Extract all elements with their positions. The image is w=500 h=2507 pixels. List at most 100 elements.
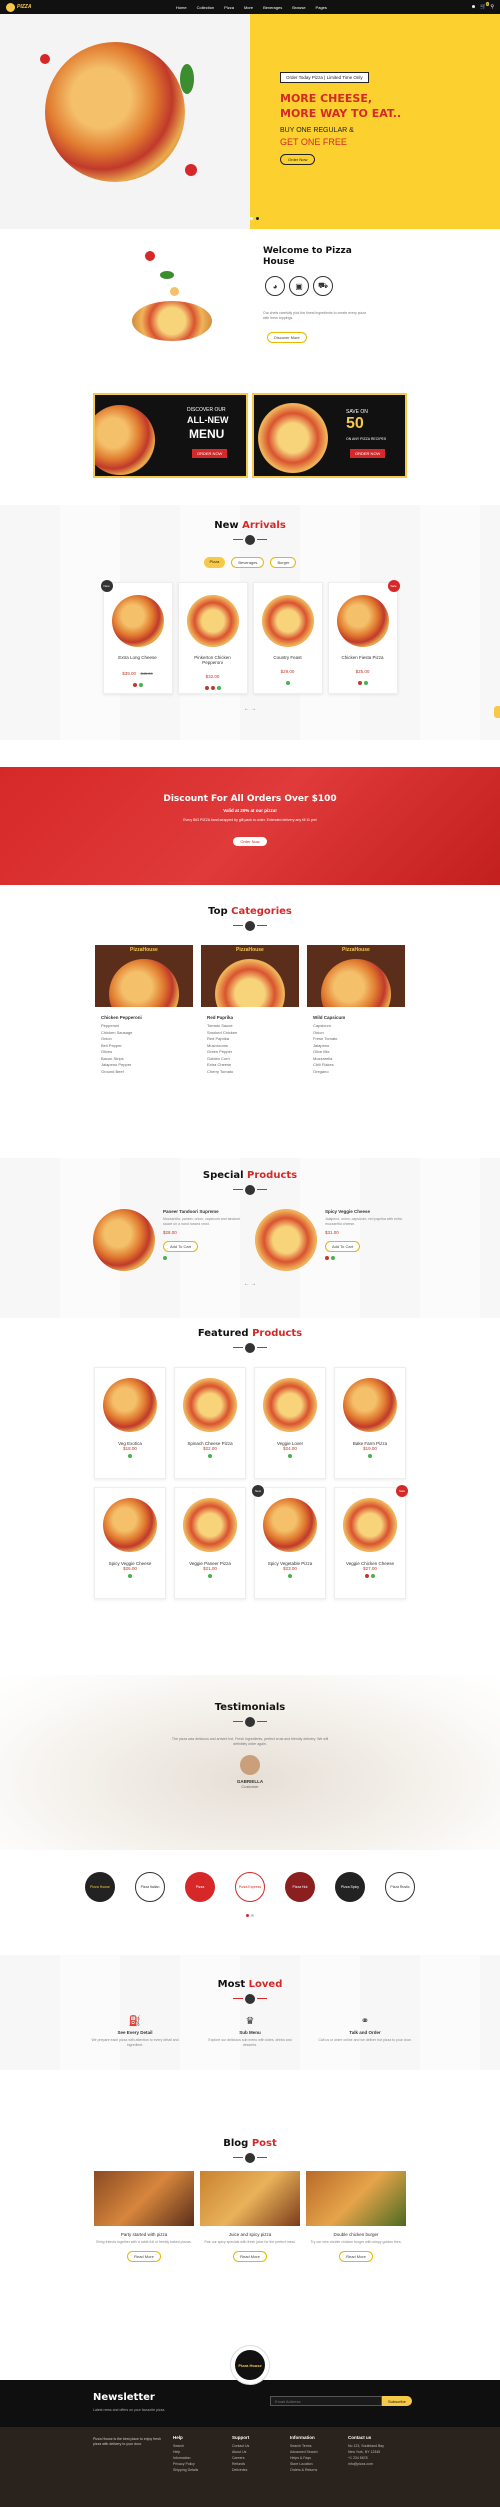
product-card[interactable]: Bake Farm Pizza $19.00 xyxy=(334,1367,406,1479)
banner-left-button[interactable]: ORDER NOW xyxy=(192,449,228,458)
brand-logo[interactable]: Pizza xyxy=(185,1872,215,1902)
product-card[interactable]: Veggie Paneer Pizza $21.00 xyxy=(174,1487,246,1599)
add-to-cart-button[interactable]: Add To Cart xyxy=(325,1241,361,1252)
brand-logo[interactable]: Pizza Hut xyxy=(285,1872,315,1902)
product-name[interactable]: Spicy Veggie Cheese xyxy=(325,1209,407,1214)
swatch[interactable] xyxy=(371,1574,375,1578)
nav-browse[interactable]: Browse xyxy=(292,5,305,10)
slide-dot-active[interactable] xyxy=(246,1914,249,1917)
swatch[interactable] xyxy=(163,1256,167,1260)
slide-dot-active[interactable] xyxy=(256,217,259,220)
brand-logo[interactable]: Pizza Spicy xyxy=(335,1872,365,1902)
slide-dot[interactable] xyxy=(251,1914,254,1917)
product-card[interactable]: New Spicy Vegetable Pizza $23.00 xyxy=(252,1485,326,1599)
cart-icon[interactable]: 🛒 0 xyxy=(480,2,490,10)
category-item[interactable]: Oregano xyxy=(313,1069,405,1076)
category-item[interactable]: Ground Beef xyxy=(101,1069,193,1076)
tab-burger[interactable]: Burger xyxy=(270,557,297,568)
nav-home[interactable]: Home xyxy=(176,5,187,10)
blog-card[interactable]: Double chicken burger Try our new double… xyxy=(306,2171,406,2263)
product-card[interactable]: New Extra Long Cheese $39.00 $45.00 xyxy=(100,580,173,694)
swatch[interactable] xyxy=(138,683,143,687)
tab-pizza[interactable]: Pizza xyxy=(203,557,226,568)
add-to-cart-button[interactable]: Add To Cart xyxy=(163,1241,199,1252)
swatch[interactable] xyxy=(325,1256,329,1260)
tab-beverages[interactable]: Beverages xyxy=(231,557,265,568)
newsletter-email-input[interactable] xyxy=(270,2396,382,2406)
product-card[interactable]: Sale Chicken Fiesta Pizza $25.00 xyxy=(327,580,400,694)
product-card[interactable]: Spinach Cheese Pizza $22.00 xyxy=(174,1367,246,1479)
swatch[interactable] xyxy=(128,1574,132,1578)
prev-arrow-icon[interactable]: ← xyxy=(244,706,249,712)
prev-arrow-icon[interactable]: ← xyxy=(244,1281,249,1287)
category-item[interactable]: Cherry Tomato xyxy=(207,1069,299,1076)
subscribe-button[interactable]: Subscribe xyxy=(382,2396,412,2406)
hero-order-button[interactable]: Order Now xyxy=(280,154,316,165)
category-card[interactable]: PizzaHouse Red Paprika Tomato Sauce Smok… xyxy=(201,945,299,1075)
search-icon[interactable]: ⚲ xyxy=(490,4,494,10)
nav-collection[interactable]: Collection xyxy=(197,5,215,10)
swatch[interactable] xyxy=(365,1574,369,1578)
swatch[interactable] xyxy=(132,683,137,687)
swatch[interactable] xyxy=(208,1454,212,1458)
footer-logo[interactable]: Pizza House xyxy=(230,2345,270,2385)
special-card[interactable]: Paneer Tandoori Supreme Mozzarella, pane… xyxy=(93,1209,245,1271)
swatch[interactable] xyxy=(210,686,215,690)
category-name[interactable]: Wild Capsicum xyxy=(307,1015,405,1020)
product-name[interactable]: Pinkerton Chicken Pepperoni xyxy=(179,655,247,665)
footer-contact[interactable]: info@pizza.com xyxy=(348,2461,408,2467)
footer-link[interactable]: Orders & Returns xyxy=(290,2467,345,2473)
product-card[interactable]: Veg Exotica $18.00 xyxy=(94,1367,166,1479)
discount-order-button[interactable]: Order Now xyxy=(233,837,267,846)
read-more-button[interactable]: Read More xyxy=(127,2251,161,2262)
brand-logo[interactable]: Pizza Rustic xyxy=(385,1872,415,1902)
product-card[interactable]: Sale Veggie Chicken Cheese $27.00 xyxy=(334,1485,408,1599)
blog-card[interactable]: Juice and spicy pizza Pair our spicy spe… xyxy=(200,2171,300,2263)
product-card[interactable]: Spicy Veggie Cheese $26.00 xyxy=(94,1487,166,1599)
product-card[interactable]: Veggie Lover $24.00 xyxy=(254,1367,326,1479)
footer-link[interactable]: Deliveries xyxy=(232,2467,287,2473)
product-card[interactable]: Pinkerton Chicken Pepperoni $32.00 xyxy=(177,582,248,694)
product-name[interactable]: Paneer Tandoori Supreme xyxy=(163,1209,245,1214)
swatch[interactable] xyxy=(285,681,290,685)
footer-link[interactable]: Shipping Details xyxy=(173,2467,228,2473)
banner-discount[interactable]: SAVE ON 50 ON ANY PIZZA RECIPES ORDER NO… xyxy=(252,393,407,478)
read-more-button[interactable]: Read More xyxy=(233,2251,267,2262)
swatch[interactable] xyxy=(288,1574,292,1578)
discover-more-button[interactable]: Discover More xyxy=(267,332,307,343)
swatch[interactable] xyxy=(216,686,221,690)
swatch[interactable] xyxy=(363,681,368,685)
swatch[interactable] xyxy=(128,1454,132,1458)
next-arrow-icon[interactable]: → xyxy=(251,1281,256,1287)
logo[interactable]: PIZZA xyxy=(6,1,32,13)
category-card[interactable]: PizzaHouse Wild Capsicum Capsicum Onion … xyxy=(307,945,405,1075)
brand-logo[interactable]: Pizza Italian xyxy=(135,1872,165,1902)
brand-logo[interactable]: Pizza House xyxy=(85,1872,115,1902)
blog-card[interactable]: Party started with pizza Bring friends t… xyxy=(94,2171,194,2263)
swatch[interactable] xyxy=(288,1454,292,1458)
swatch[interactable] xyxy=(204,686,209,690)
next-arrow-icon[interactable]: → xyxy=(251,706,256,712)
blog-post-title[interactable]: Double chicken burger xyxy=(306,2232,406,2237)
brand-logo[interactable]: Pizza Express xyxy=(235,1872,265,1902)
slide-dot[interactable] xyxy=(250,217,253,220)
swatch[interactable] xyxy=(208,1574,212,1578)
special-card[interactable]: Spicy Veggie Cheese Jalapeno, onion, cap… xyxy=(255,1209,407,1271)
user-icon[interactable]: ☻ xyxy=(471,4,476,10)
banner-right-button[interactable]: ORDER NOW xyxy=(350,449,386,458)
blog-post-title[interactable]: Party started with pizza xyxy=(94,2232,194,2237)
swatch[interactable] xyxy=(331,1256,335,1260)
nav-more[interactable]: More xyxy=(244,5,253,10)
category-card[interactable]: PizzaHouse Chicken Pepperoni Pepperoni C… xyxy=(95,945,193,1075)
side-toggle-tab[interactable] xyxy=(494,706,500,718)
read-more-button[interactable]: Read More xyxy=(339,2251,373,2262)
swatch[interactable] xyxy=(357,681,362,685)
nav-pages[interactable]: Pages xyxy=(316,5,327,10)
banner-new-menu[interactable]: DISCOVER OUR ALL-NEW MENU ORDER NOW xyxy=(93,393,248,478)
category-name[interactable]: Chicken Pepperoni xyxy=(95,1015,193,1020)
product-card[interactable]: Country Feast $29.00 xyxy=(252,582,323,694)
nav-pizza[interactable]: Pizza xyxy=(224,5,234,10)
blog-post-title[interactable]: Juice and spicy pizza xyxy=(200,2232,300,2237)
category-name[interactable]: Red Paprika xyxy=(201,1015,299,1020)
product-name[interactable]: Extra Long Cheese xyxy=(104,655,172,660)
